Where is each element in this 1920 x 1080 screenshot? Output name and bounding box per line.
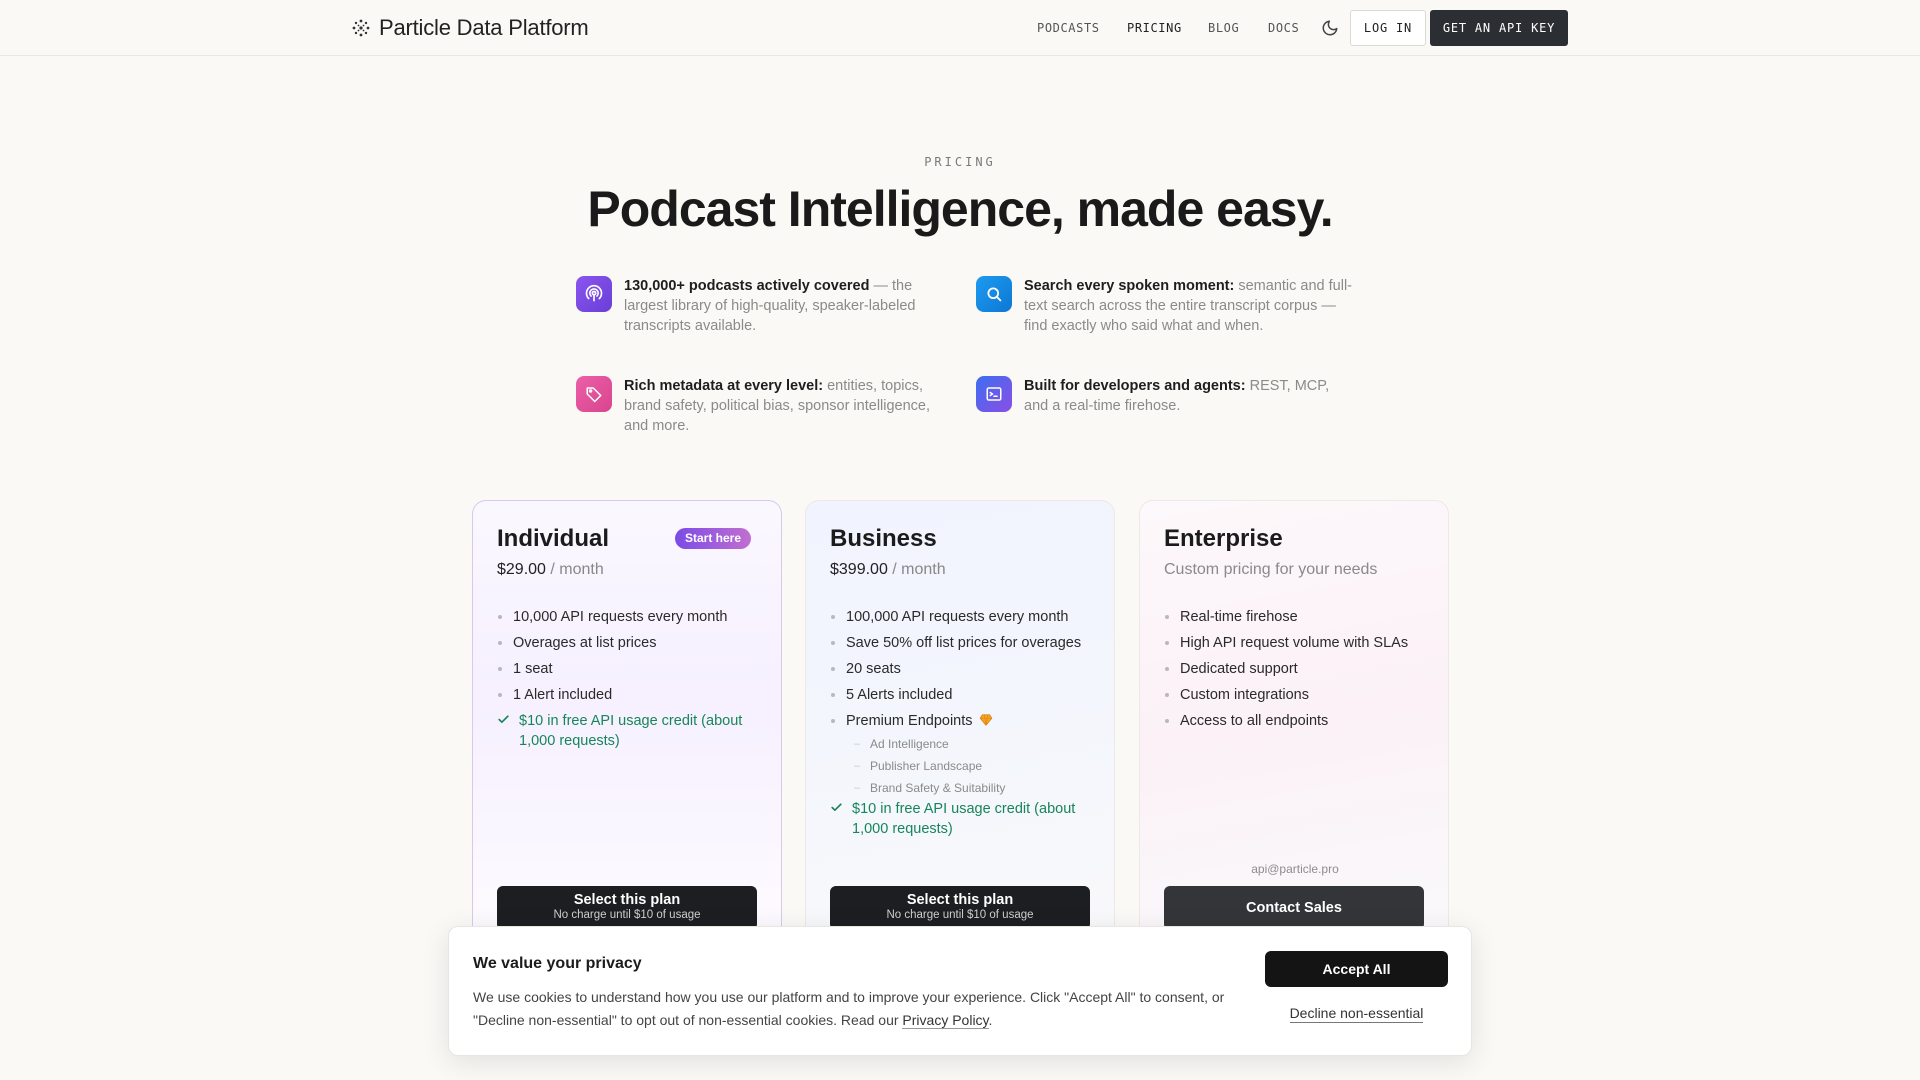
- terminal-icon: [976, 376, 1012, 412]
- nav-docs[interactable]: DOCS: [1268, 21, 1299, 35]
- accept-all-button[interactable]: Accept All: [1265, 951, 1448, 987]
- cookie-banner: We value your privacy We use cookies to …: [448, 926, 1472, 1056]
- feature-text: 130,000+ podcasts actively covered — the…: [624, 278, 916, 334]
- plan-price: $29.00 / month: [497, 561, 604, 578]
- sales-email[interactable]: api@particle.pro: [1140, 862, 1448, 876]
- cookie-text: We use cookies to understand how you use…: [473, 989, 1225, 1029]
- privacy-policy-link[interactable]: Privacy Policy: [902, 1012, 989, 1029]
- plan-name: Individual: [497, 525, 610, 552]
- plan-card-business: Business $399.00 / month 100,000 API req…: [805, 500, 1115, 940]
- plan-feature-list: 100,000 API requests every month Save 50…: [830, 607, 1092, 845]
- plan-price: $399.00 / month: [830, 561, 946, 578]
- contact-sales-button[interactable]: Contact Sales: [1164, 886, 1424, 930]
- start-here-badge: Start here: [675, 528, 752, 549]
- plan-feature-list: 10,000 API requests every month Overages…: [497, 607, 759, 757]
- plan-name: Business: [830, 525, 937, 552]
- top-nav-bar: Particle Data Platform PODCASTS PRICING …: [0, 0, 1920, 56]
- logo-mark-icon: [352, 19, 370, 37]
- credit-item: $10 in free API usage credit (about 1,00…: [830, 799, 1092, 839]
- plan-name: Enterprise: [1164, 525, 1283, 552]
- plan-price: Custom pricing for your needs: [1164, 561, 1378, 578]
- select-plan-button[interactable]: Select this plan No charge until $10 of …: [497, 886, 757, 930]
- credit-item: $10 in free API usage credit (about 1,00…: [497, 711, 759, 751]
- list-item: Dedicated support: [1164, 659, 1426, 679]
- list-item: Ad Intelligence: [846, 737, 1092, 751]
- feature-text: Rich metadata at every level: entities, …: [624, 378, 931, 434]
- nav-pricing[interactable]: PRICING: [1127, 21, 1182, 35]
- feature-search: Search every spoken moment: semantic and…: [976, 276, 1356, 336]
- moon-icon[interactable]: [1321, 19, 1339, 37]
- nav-blog[interactable]: BLOG: [1208, 21, 1239, 35]
- list-item: Custom integrations: [1164, 685, 1426, 705]
- login-button[interactable]: LOG IN: [1350, 10, 1426, 46]
- check-icon: [831, 803, 842, 812]
- feature-metadata: Rich metadata at every level: entities, …: [576, 376, 956, 436]
- premium-endpoint-list: Ad Intelligence Publisher Landscape Bran…: [846, 737, 1092, 795]
- logo-text: Particle Data Platform: [379, 15, 589, 40]
- feature-text: Search every spoken moment: semantic and…: [1024, 278, 1353, 334]
- list-item: Overages at list prices: [497, 633, 759, 653]
- list-item: Real-time firehose: [1164, 607, 1426, 627]
- search-icon: [976, 276, 1012, 312]
- list-item: 1 seat: [497, 659, 759, 679]
- plan-card-enterprise: Enterprise Custom pricing for your needs…: [1139, 500, 1449, 940]
- list-item: Publisher Landscape: [846, 759, 1092, 773]
- logo[interactable]: Particle Data Platform: [351, 15, 589, 41]
- nav-podcasts[interactable]: PODCASTS: [1037, 21, 1100, 35]
- list-item: 10,000 API requests every month: [497, 607, 759, 627]
- list-item: Access to all endpoints: [1164, 711, 1426, 731]
- plan-feature-list: Real-time firehose High API request volu…: [1164, 607, 1426, 737]
- pricing-eyebrow: PRICING: [924, 155, 996, 169]
- feature-text: Built for developers and agents: REST, M…: [1024, 378, 1330, 414]
- check-icon: [498, 715, 509, 724]
- feature-developers: Built for developers and agents: REST, M…: [976, 376, 1356, 416]
- podcast-icon: [576, 276, 612, 312]
- cookie-title: We value your privacy: [473, 955, 642, 972]
- list-item: Brand Safety & Suitability: [846, 781, 1092, 795]
- gem-icon: [979, 714, 992, 726]
- tag-icon: [576, 376, 612, 412]
- list-item: 1 Alert included: [497, 685, 759, 705]
- select-plan-button[interactable]: Select this plan No charge until $10 of …: [830, 886, 1090, 930]
- list-item: Save 50% off list prices for overages: [830, 633, 1092, 653]
- page-title: Podcast Intelligence, made easy.: [587, 181, 1333, 237]
- feature-podcasts: 130,000+ podcasts actively covered — the…: [576, 276, 956, 336]
- get-api-key-button[interactable]: GET AN API KEY: [1430, 10, 1568, 46]
- list-item: 5 Alerts included: [830, 685, 1092, 705]
- decline-non-essential-button[interactable]: Decline non-essential: [1265, 1005, 1448, 1023]
- plan-card-individual: Individual Start here $29.00 / month 10,…: [472, 500, 782, 940]
- list-item: High API request volume with SLAs: [1164, 633, 1426, 653]
- list-item: 20 seats: [830, 659, 1092, 679]
- list-item: 100,000 API requests every month: [830, 607, 1092, 627]
- list-item-premium: Premium Endpoints Ad Intelligence Publis…: [830, 711, 1092, 795]
